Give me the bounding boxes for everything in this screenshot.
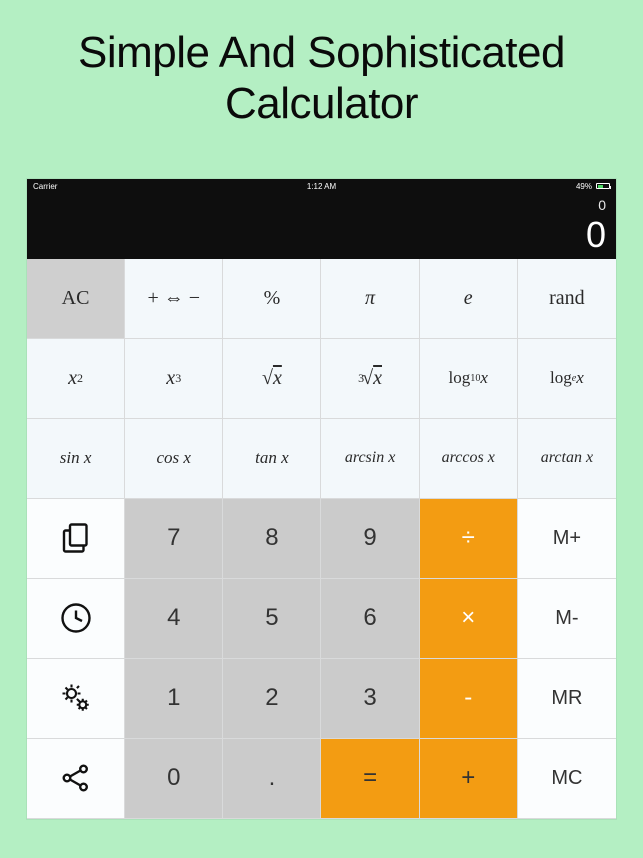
- digit-3-button[interactable]: 3: [321, 659, 419, 739]
- ac-button[interactable]: AC: [27, 259, 125, 339]
- cos-button[interactable]: cos x: [125, 419, 223, 499]
- sin-button[interactable]: sin x: [27, 419, 125, 499]
- x-squared-button[interactable]: x2: [27, 339, 125, 419]
- share-button[interactable]: [27, 739, 125, 819]
- tan-button[interactable]: tan x: [223, 419, 321, 499]
- digit-6-button[interactable]: 6: [321, 579, 419, 659]
- digit-2-button[interactable]: 2: [223, 659, 321, 739]
- battery-pct: 49%: [576, 182, 592, 191]
- share-icon: [58, 760, 94, 796]
- battery-icon: [596, 183, 610, 189]
- calculator-display: 0 0: [27, 193, 616, 259]
- digit-1-button[interactable]: 1: [125, 659, 223, 739]
- digit-4-button[interactable]: 4: [125, 579, 223, 659]
- display-primary: 0: [37, 215, 606, 255]
- headline-line-2: Calculator: [225, 79, 418, 128]
- memory-recall-button[interactable]: MR: [518, 659, 616, 739]
- keypad: AC + ⇔ − % π e rand x2 x3 √x 3√x log10 x…: [27, 259, 616, 819]
- multiply-button[interactable]: ×: [420, 579, 518, 659]
- gears-icon: [58, 680, 94, 716]
- clock-label: 1:12 AM: [307, 182, 336, 191]
- subtract-button[interactable]: -: [420, 659, 518, 739]
- status-bar: Carrier 1:12 AM 49%: [27, 179, 616, 193]
- digit-7-button[interactable]: 7: [125, 499, 223, 579]
- digit-9-button[interactable]: 9: [321, 499, 419, 579]
- arctan-button[interactable]: arctan x: [518, 419, 616, 499]
- equals-button[interactable]: =: [321, 739, 419, 819]
- settings-button[interactable]: [27, 659, 125, 739]
- display-secondary: 0: [37, 197, 606, 215]
- arccos-button[interactable]: arccos x: [420, 419, 518, 499]
- pi-button[interactable]: π: [321, 259, 419, 339]
- copy-icon: [58, 520, 94, 556]
- device-frame: Carrier 1:12 AM 49% 0 0 AC + ⇔ − % π e r…: [27, 179, 616, 819]
- copy-button[interactable]: [27, 499, 125, 579]
- memory-minus-button[interactable]: M-: [518, 579, 616, 659]
- log10-button[interactable]: log10 x: [420, 339, 518, 419]
- add-button[interactable]: +: [420, 739, 518, 819]
- memory-clear-button[interactable]: MC: [518, 739, 616, 819]
- headline: Simple And Sophisticated Calculator: [0, 0, 643, 139]
- digit-5-button[interactable]: 5: [223, 579, 321, 659]
- sign-toggle-button[interactable]: + ⇔ −: [125, 259, 223, 339]
- headline-line-1: Simple And Sophisticated: [78, 28, 565, 77]
- rand-button[interactable]: rand: [518, 259, 616, 339]
- percent-button[interactable]: %: [223, 259, 321, 339]
- e-button[interactable]: e: [420, 259, 518, 339]
- digit-8-button[interactable]: 8: [223, 499, 321, 579]
- decimal-button[interactable]: .: [223, 739, 321, 819]
- carrier-label: Carrier: [33, 182, 57, 191]
- ln-button[interactable]: loge x: [518, 339, 616, 419]
- sqrt-button[interactable]: √x: [223, 339, 321, 419]
- memory-plus-button[interactable]: M+: [518, 499, 616, 579]
- digit-0-button[interactable]: 0: [125, 739, 223, 819]
- arcsin-button[interactable]: arcsin x: [321, 419, 419, 499]
- x-cubed-button[interactable]: x3: [125, 339, 223, 419]
- cbrt-button[interactable]: 3√x: [321, 339, 419, 419]
- history-button[interactable]: [27, 579, 125, 659]
- divide-button[interactable]: ÷: [420, 499, 518, 579]
- clock-icon: [58, 600, 94, 636]
